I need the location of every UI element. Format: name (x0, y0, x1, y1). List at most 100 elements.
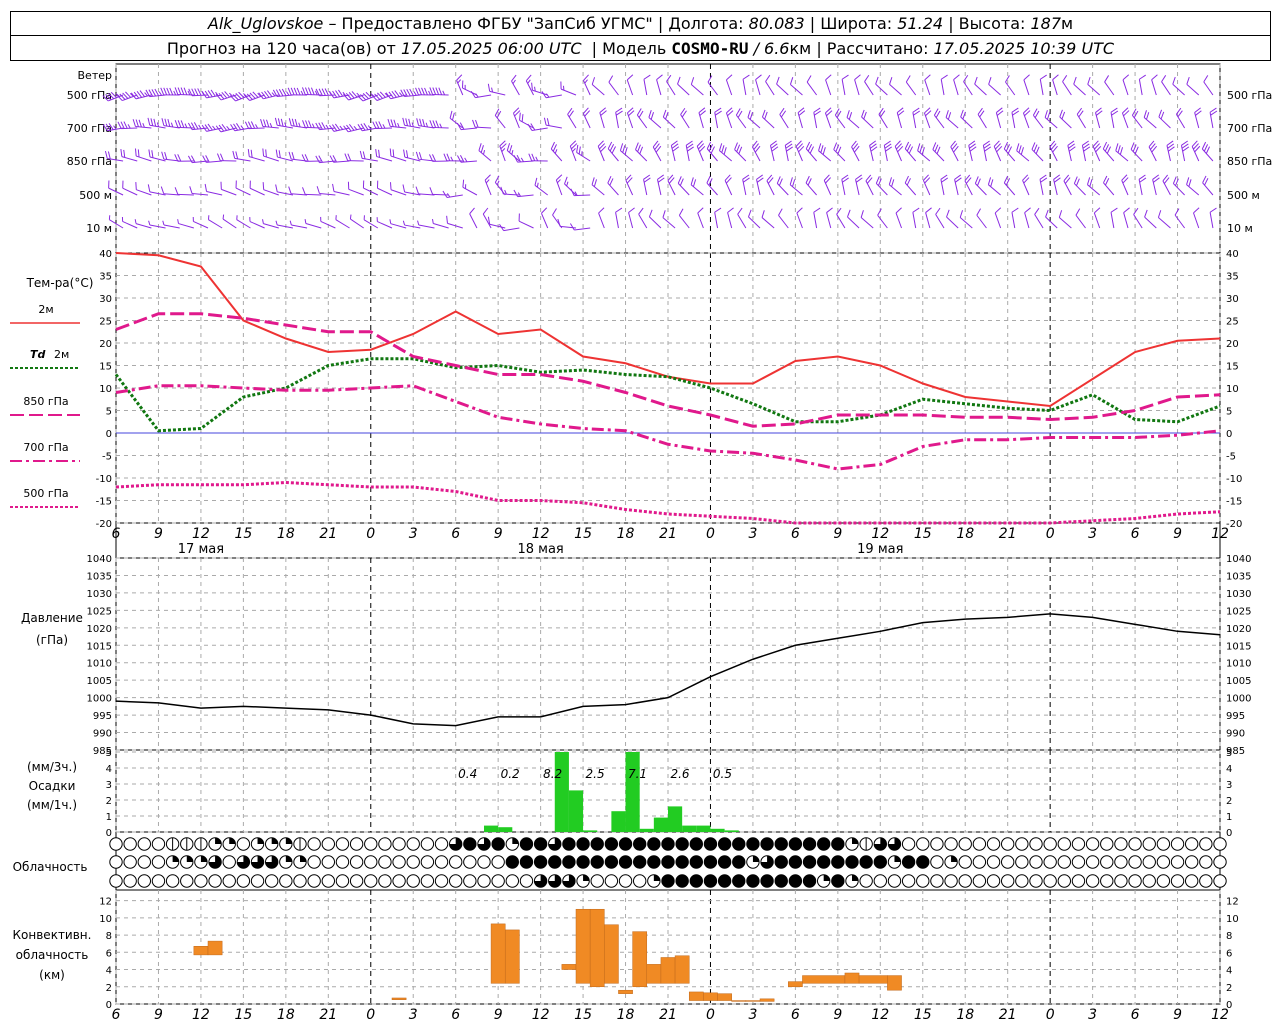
wind-barb (598, 207, 605, 229)
cloud-symbol-circle (264, 874, 279, 888)
wind-barb-feather (347, 181, 350, 190)
wind-barb (315, 88, 336, 97)
wind-barb-feather (834, 108, 840, 116)
wind-barb-half-feather (353, 125, 358, 130)
wind-barb-shaft (865, 180, 874, 196)
wind-barb-feather (235, 180, 237, 189)
temp-y-tick-left: -10 (96, 474, 112, 485)
cloud-symbol-circle (420, 855, 435, 869)
wind-barb-feather (189, 186, 193, 194)
cloud-symbol (1000, 855, 1015, 869)
cloud-symbol (1057, 837, 1072, 851)
wind-barb (487, 83, 506, 96)
cloud-symbol (717, 874, 732, 888)
pressure-y-tick-left: 995 (93, 711, 112, 722)
wind-barb-shaft (376, 156, 393, 162)
cloud-symbol (916, 837, 930, 851)
cloud-symbol (1142, 855, 1156, 869)
cloud-symbol (944, 855, 958, 869)
cloud-symbol (1057, 874, 1072, 888)
wind-barb-shaft (1022, 112, 1030, 129)
convective-cloud-bar (618, 989, 633, 994)
cloud-symbol (264, 855, 279, 869)
wind-barb (905, 75, 917, 96)
wind-barb-shaft (719, 150, 733, 162)
x-tick-label: 15 (234, 526, 252, 542)
cloud-symbol (901, 874, 916, 888)
wind-barb (1194, 107, 1202, 129)
cloud-symbol (491, 837, 505, 851)
wind-barb (628, 207, 635, 229)
conv-axis-label-line2: облачность (16, 948, 89, 962)
wind-barb-feather (778, 208, 783, 216)
wind-barb-shaft (922, 180, 931, 196)
convective-cloud-bar (858, 975, 888, 984)
cloud-symbol-circle (887, 874, 902, 888)
x-tick-label: 15 (914, 526, 932, 542)
wind-barb-feather (435, 87, 440, 95)
temp-y-tick-left: 30 (99, 294, 112, 305)
wind-barb-feather (432, 154, 437, 162)
wind-barb-shaft (1193, 212, 1200, 229)
convective-cloud-bar (759, 998, 775, 1002)
wind-barb-feather (864, 74, 870, 82)
wind-barb-feather (429, 120, 434, 128)
cloud-symbol (746, 837, 760, 851)
wind-barb (652, 140, 662, 162)
cloud-symbol (1071, 855, 1086, 869)
cloud-symbol-fill (562, 837, 576, 851)
cloud-symbol-circle (137, 855, 152, 869)
wind-barb-shaft (974, 183, 987, 196)
cloud-symbol-fill (285, 855, 293, 862)
pressure-y-tick-left: 1010 (87, 659, 112, 670)
cloud-symbol-fill (534, 837, 547, 851)
wind-barb-feather (266, 119, 270, 128)
cloud-symbol (930, 874, 944, 888)
wind-barb (619, 143, 633, 162)
precip-bar (484, 825, 499, 832)
wind-barb-feather (789, 77, 794, 85)
cloud-symbol (477, 874, 491, 888)
cloud-symbol (491, 874, 505, 888)
wind-barb-feather (895, 207, 902, 214)
wind-barb-feather (1024, 207, 1031, 213)
wind-barb (797, 107, 806, 129)
wind-barb-shaft (725, 112, 733, 129)
cloud-symbol (1213, 837, 1227, 851)
convective-cloud-bar (589, 908, 605, 988)
wind-barb-shaft (1016, 150, 1030, 162)
wind-barb-shaft (574, 227, 591, 231)
wind-barb-shaft (305, 193, 322, 196)
cloud-symbol (845, 855, 859, 869)
wind-barb-shaft (889, 84, 902, 96)
wind-barb (262, 182, 279, 196)
wind-barb-shaft (1049, 146, 1058, 162)
wind-barb (895, 207, 903, 229)
cloud-symbol (420, 855, 435, 869)
cloud-symbol-circle (859, 874, 873, 888)
wind-barb-feather (160, 186, 165, 194)
wind-barb-shaft (825, 79, 832, 96)
wind-barb (1086, 177, 1101, 196)
convective-cloud-bar (660, 957, 676, 984)
pressure-y-tick-right: 995 (1226, 711, 1245, 722)
wind-barb-feather (262, 148, 265, 157)
cloud-symbol (180, 874, 194, 888)
cloud-symbol-fill (271, 837, 278, 844)
wind-barb-shaft (178, 223, 194, 229)
wind-barb (960, 109, 973, 129)
convective-cloud-bar (490, 923, 506, 984)
cloud-symbol (406, 874, 420, 888)
x-tick-label: 9 (494, 1007, 503, 1023)
conv-axis-unit: (км) (39, 968, 65, 982)
cloud-symbol-circle (1015, 874, 1029, 888)
cloud-symbol-circle (604, 874, 619, 888)
wind-barb-feather (402, 184, 406, 193)
conv-y-tick-right: 12 (1226, 897, 1239, 908)
cloud-symbol (661, 874, 675, 888)
cloud-symbol-fill (718, 874, 731, 888)
wind-barb (875, 76, 888, 96)
x-tick-label: 9 (1173, 526, 1182, 542)
wind-barb-feather (456, 74, 463, 81)
wind-barb (1011, 207, 1019, 229)
